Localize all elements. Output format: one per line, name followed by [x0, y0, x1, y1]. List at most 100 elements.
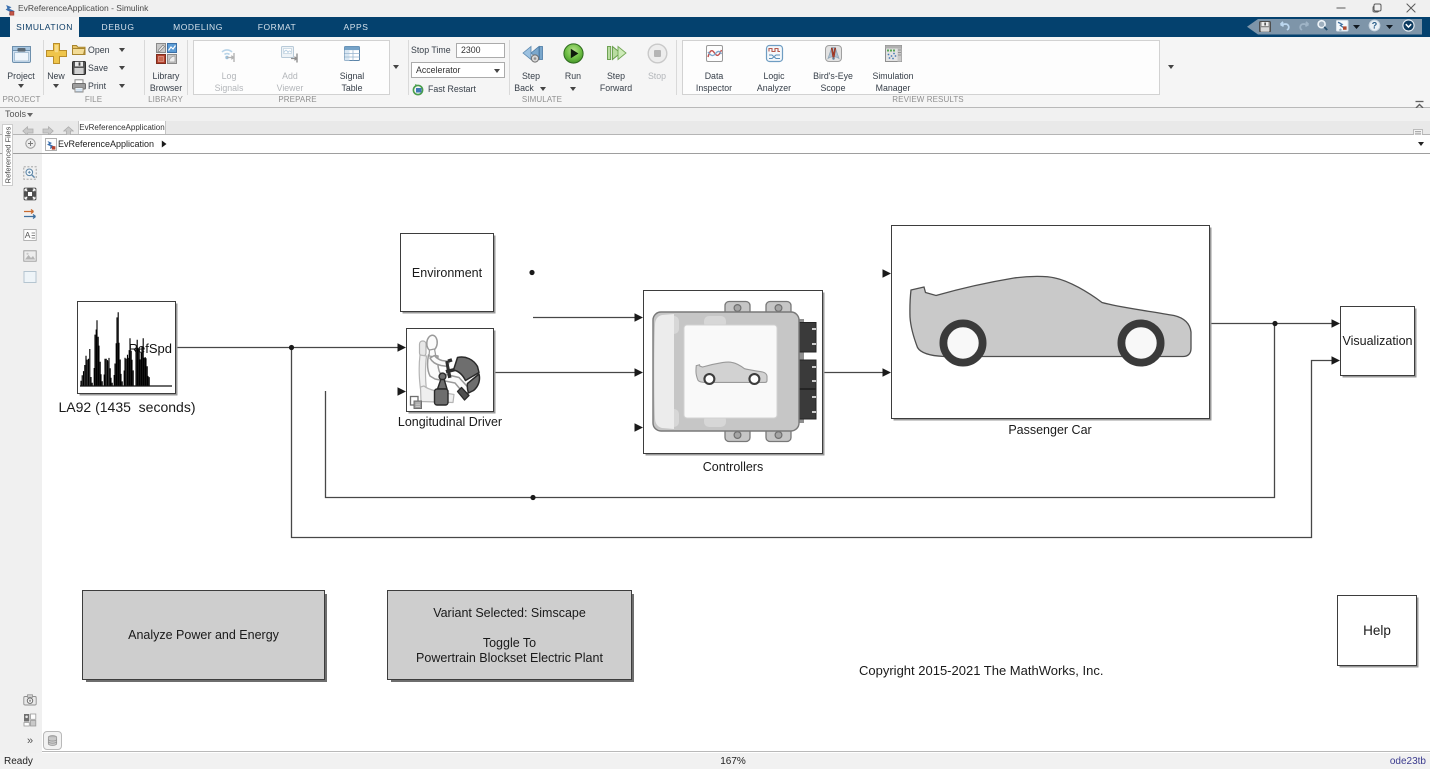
- simulink-window: EvReferenceApplication - Simulink SIMULA…: [0, 0, 1430, 769]
- subsystem-badge-icon[interactable]: [25, 138, 36, 149]
- library-browser-label2: Browser: [140, 82, 192, 94]
- tools-row: Tools: [0, 108, 1430, 121]
- block-analyze-power-energy[interactable]: Analyze Power and Energy: [82, 590, 325, 680]
- save-caret[interactable]: [119, 66, 125, 70]
- variant-line2: Toggle To: [388, 636, 631, 650]
- log-signals-label1: Log: [201, 70, 257, 82]
- minimize-button[interactable]: [1326, 0, 1356, 16]
- block-visualization[interactable]: Visualization: [1340, 306, 1415, 376]
- qat-undo-icon[interactable]: [1278, 19, 1291, 34]
- zoom-level: 167%: [703, 756, 763, 767]
- title-bar: EvReferenceApplication - Simulink: [0, 0, 1430, 17]
- canvas-bottom-border: [42, 751, 1430, 752]
- step-back-icon: [519, 42, 544, 71]
- tools-caret[interactable]: [27, 113, 33, 117]
- tools-label[interactable]: Tools: [5, 108, 26, 121]
- block-la92-drive-cycle[interactable]: RefSpd: [77, 301, 176, 394]
- library-browser-icon: [154, 41, 179, 71]
- qat-redo-icon[interactable]: [1298, 19, 1311, 34]
- log-signals-icon: [218, 44, 240, 69]
- solver-link[interactable]: ode23tb: [1390, 756, 1426, 767]
- variant-line3: Powertrain Blockset Electric Plant: [388, 651, 631, 665]
- signal-table-icon: [342, 44, 362, 69]
- tab-debug[interactable]: DEBUG: [92, 17, 144, 37]
- data-inspector-icon: [704, 43, 725, 69]
- block-controllers[interactable]: [643, 290, 823, 454]
- stop-time-input[interactable]: 2300: [456, 43, 505, 58]
- block-longitudinal-driver[interactable]: [406, 328, 494, 412]
- stop-icon: [647, 43, 668, 69]
- status-text: Ready: [4, 756, 33, 767]
- run-icon: [563, 43, 584, 69]
- window-title: EvReferenceApplication - Simulink: [18, 2, 148, 15]
- simulation-mode-value: Accelerator: [416, 65, 461, 75]
- section-label-project: PROJECT: [0, 94, 43, 106]
- tab-simulation[interactable]: SIMULATION: [10, 17, 79, 37]
- qat-screenshot-icon[interactable]: [1336, 19, 1349, 34]
- qat-screenshot-caret[interactable]: [1352, 19, 1361, 34]
- tab-modeling[interactable]: MODELING: [168, 17, 228, 37]
- qat-minimize-toolstrip-icon[interactable]: [1402, 19, 1415, 34]
- model-data-button[interactable]: [43, 731, 62, 750]
- logic-analyzer-label2: Analyzer: [746, 82, 802, 94]
- add-viewer-label1: Add: [262, 70, 318, 82]
- passenger-car-label[interactable]: Passenger Car: [970, 423, 1130, 437]
- step-back-caret: [540, 87, 546, 91]
- simulation-mode-caret: [494, 69, 500, 73]
- longitudinal-driver-label[interactable]: Longitudinal Driver: [370, 415, 530, 429]
- diagram-stage: RefSpd LA92 (1435 seconds) Environment: [0, 154, 1430, 753]
- simulink-logo-icon: [4, 3, 16, 15]
- simulation-mode-dropdown[interactable]: Accelerator: [411, 62, 505, 78]
- la92-block-label[interactable]: LA92 (1435 seconds): [47, 399, 207, 415]
- breadcrumb-model-name[interactable]: EvReferenceApplication: [58, 138, 167, 150]
- breadcrumb-chevron-icon: [161, 140, 167, 148]
- la92-signal-name: RefSpd: [129, 341, 172, 356]
- qat-help-caret[interactable]: [1385, 19, 1394, 34]
- breadcrumb-bar: EvReferenceApplication: [0, 135, 1430, 154]
- open-caret[interactable]: [119, 48, 125, 52]
- maximize-button[interactable]: [1362, 0, 1392, 16]
- project-label: Project: [0, 70, 42, 82]
- signal-table-label2: Table: [324, 82, 380, 94]
- add-viewer-icon: [279, 44, 301, 69]
- data-inspector-label2: Inspector: [686, 82, 742, 94]
- review-gallery-caret[interactable]: [1168, 65, 1174, 69]
- qat-save-icon[interactable]: [1259, 19, 1271, 34]
- model-badge-icon: [45, 138, 57, 151]
- qat-search-icon[interactable]: [1316, 19, 1329, 34]
- copyright-annotation: Copyright 2015-2021 The MathWorks, Inc.: [859, 663, 1103, 678]
- save-icon: [71, 61, 87, 80]
- section-label-simulate: SIMULATE: [408, 94, 676, 106]
- referenced-files-tab[interactable]: Referenced Files: [2, 124, 13, 186]
- block-passenger-car[interactable]: [891, 225, 1210, 419]
- signal-table-label1: Signal: [324, 70, 380, 82]
- block-variant-toggle[interactable]: Variant Selected: Simscape Toggle To Pow…: [387, 590, 632, 680]
- document-tab-evreferenceapplication[interactable]: EvReferenceApplication: [78, 121, 166, 134]
- tab-apps[interactable]: APPS: [334, 17, 378, 37]
- model-canvas-area: A »: [0, 154, 1430, 753]
- car-icon: [892, 226, 1208, 417]
- controllers-label[interactable]: Controllers: [653, 460, 813, 474]
- print-caret[interactable]: [119, 84, 125, 88]
- section-label-review-results: REVIEW RESULTS: [676, 94, 1180, 106]
- referenced-files-label: Referenced Files: [3, 127, 12, 184]
- qat-help-icon[interactable]: ?: [1368, 19, 1381, 34]
- project-icon: [9, 41, 34, 71]
- section-label-file: FILE: [43, 94, 144, 106]
- prepare-gallery-caret[interactable]: [393, 65, 399, 69]
- block-help[interactable]: Help: [1337, 595, 1417, 666]
- block-environment[interactable]: Environment: [400, 233, 494, 312]
- breadcrumb-dropdown-caret[interactable]: [1418, 142, 1424, 146]
- run-caret: [570, 87, 576, 91]
- open-label: Open: [88, 44, 110, 56]
- logic-analyzer-icon: [764, 43, 785, 69]
- project-caret: [18, 84, 24, 88]
- toolstrip-tab-bar: SIMULATION DEBUG MODELING FORMAT APPS ?: [0, 17, 1430, 37]
- tab-format[interactable]: FORMAT: [250, 17, 304, 37]
- logic-analyzer-label1: Logic: [746, 70, 802, 82]
- simulation-manager-icon: [883, 43, 904, 69]
- library-browser-label1: Library: [140, 70, 192, 82]
- close-button[interactable]: [1396, 0, 1426, 16]
- simulation-manager-label2: Manager: [863, 82, 923, 94]
- section-label-library: LIBRARY: [144, 94, 187, 106]
